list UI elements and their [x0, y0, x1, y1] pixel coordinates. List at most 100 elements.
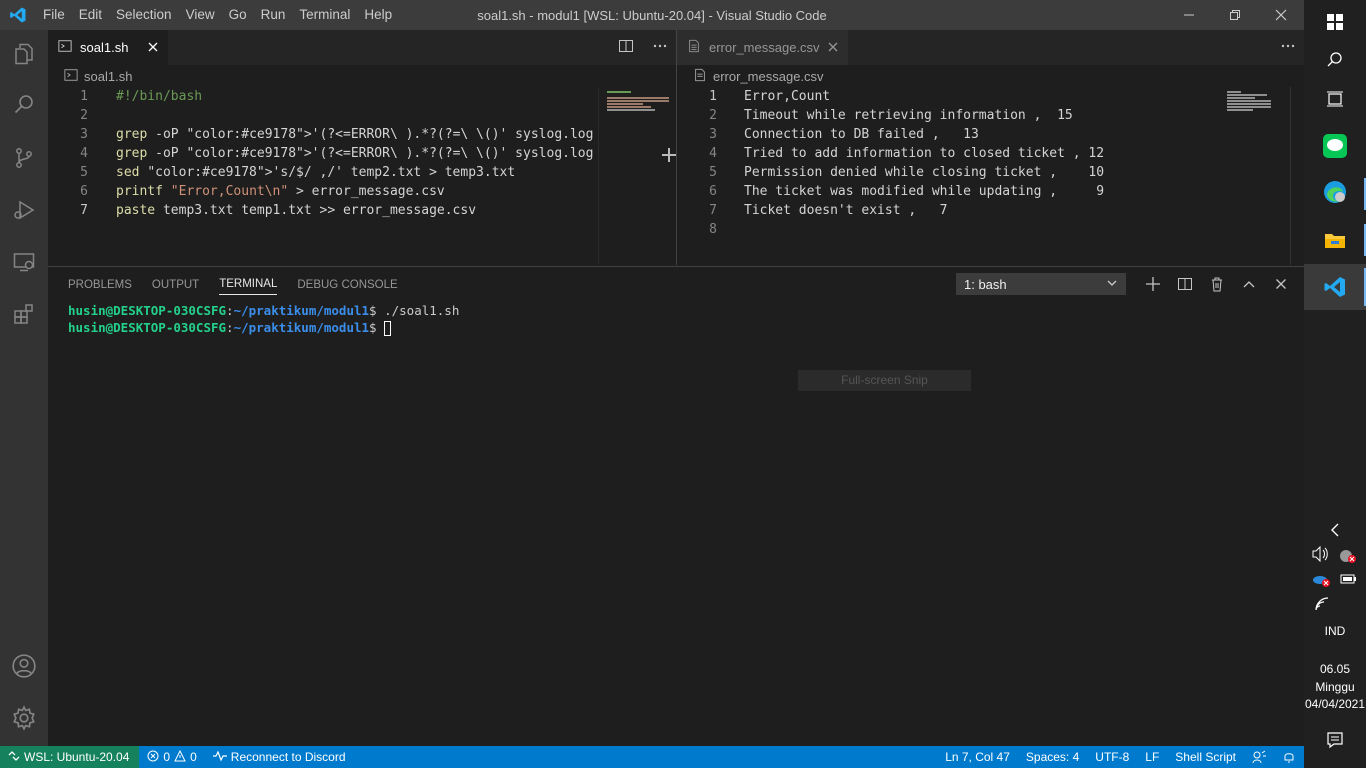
- split-editor-icon[interactable]: [618, 38, 634, 57]
- language-mode[interactable]: Shell Script: [1167, 750, 1244, 764]
- discord-status[interactable]: Reconnect to Discord: [205, 750, 354, 765]
- code-line: 6 The ticket was modified while updating …: [677, 182, 1304, 201]
- new-terminal-icon[interactable]: [1144, 275, 1162, 296]
- tab-debug-console[interactable]: DEBUG CONSOLE: [297, 279, 397, 291]
- menu-terminal[interactable]: Terminal: [292, 0, 357, 30]
- network-error-icon[interactable]: [1338, 548, 1358, 564]
- edge-browser-icon[interactable]: [1304, 170, 1366, 214]
- code-editor-left[interactable]: 1 #!/bin/bash 2 3 grep -oP "color:#ce9178">'…: [48, 87, 598, 265]
- prompt-user: husin@DESKTOP-030CSFG: [68, 303, 227, 318]
- minimap-right[interactable]: [1227, 87, 1289, 265]
- problems-indicator[interactable]: 0 0: [139, 749, 204, 765]
- scrollbar-right[interactable]: [1290, 87, 1291, 265]
- end-of-line[interactable]: LF: [1137, 750, 1167, 764]
- search-icon[interactable]: [0, 80, 48, 128]
- menu-selection[interactable]: Selection: [109, 0, 179, 30]
- line-text: grep -oP "color:#ce9178">'(?<=ERROR\ ).*…: [116, 127, 594, 142]
- terminal-select[interactable]: 1: bash: [956, 273, 1126, 295]
- tab-terminal[interactable]: TERMINAL: [219, 278, 278, 295]
- file-explorer-icon[interactable]: [1304, 218, 1366, 262]
- menu-edit[interactable]: Edit: [72, 0, 109, 30]
- warning-count: 0: [190, 750, 197, 764]
- feedback-icon[interactable]: [1244, 750, 1274, 764]
- line-number: 2: [80, 108, 88, 123]
- clock-day[interactable]: Minggu: [1304, 680, 1366, 694]
- onedrive-error-icon[interactable]: [1312, 572, 1332, 588]
- breadcrumb-left: soal1.sh: [48, 65, 676, 87]
- encoding[interactable]: UTF-8: [1087, 750, 1137, 764]
- close-panel-icon[interactable]: [1272, 275, 1290, 296]
- file-icon: [693, 68, 707, 85]
- line-text: grep -oP "color:#ce9178">'(?<=ERROR\ ).*…: [116, 146, 594, 161]
- menu-help[interactable]: Help: [357, 0, 399, 30]
- task-view-icon[interactable]: [1304, 77, 1366, 121]
- editor-group-right: error_message.csv error_message.csv 1 Err…: [677, 30, 1304, 265]
- minimap-left[interactable]: [598, 87, 673, 265]
- status-right: Ln 7, Col 47 Spaces: 4 UTF-8 LF Shell Sc…: [937, 750, 1304, 764]
- trash-icon[interactable]: [1208, 275, 1226, 296]
- sash-handle-icon[interactable]: [662, 148, 676, 162]
- code-editor-right[interactable]: 1 Error,Count 2 Timeout while retrieving in…: [677, 87, 1304, 265]
- code-line: 7 Ticket doesn't exist , 7: [677, 201, 1304, 220]
- tab-output[interactable]: OUTPUT: [152, 279, 199, 291]
- restore-button[interactable]: [1212, 0, 1258, 30]
- cursor-position[interactable]: Ln 7, Col 47: [937, 750, 1018, 764]
- terminal-output[interactable]: husin@DESKTOP-030CSFG:~/praktikum/modul1…: [68, 302, 459, 336]
- volume-icon[interactable]: [1312, 545, 1330, 563]
- close-tab-icon[interactable]: [828, 40, 838, 55]
- line-number: 1: [80, 89, 88, 104]
- menu-go[interactable]: Go: [222, 0, 254, 30]
- code-line: 4 Tried to add information to closed tick…: [677, 144, 1304, 163]
- minimize-button[interactable]: [1166, 0, 1212, 30]
- account-icon[interactable]: [0, 642, 48, 690]
- action-center-icon[interactable]: [1304, 718, 1366, 762]
- breadcrumb-file[interactable]: error_message.csv: [713, 69, 824, 84]
- close-tab-icon[interactable]: [148, 40, 158, 55]
- remote-label: WSL: Ubuntu-20.04: [24, 750, 130, 764]
- notifications-bell-icon[interactable]: [1274, 750, 1304, 764]
- windows-taskbar: IND 06.05 Minggu 04/04/2021: [1304, 0, 1366, 768]
- run-debug-icon[interactable]: [0, 186, 48, 234]
- breadcrumb-file[interactable]: soal1.sh: [84, 69, 132, 84]
- line-number: 7: [80, 203, 88, 218]
- settings-gear-icon[interactable]: [0, 694, 48, 742]
- terminal-select-value: 1: bash: [964, 276, 1007, 292]
- clock-date[interactable]: 04/04/2021: [1304, 697, 1366, 711]
- wifi-icon[interactable]: [1314, 596, 1332, 612]
- show-hidden-icons-chevron-icon[interactable]: [1304, 510, 1366, 550]
- input-language[interactable]: IND: [1304, 624, 1366, 638]
- discord-label: Reconnect to Discord: [230, 750, 346, 764]
- menu-run[interactable]: Run: [254, 0, 293, 30]
- close-window-button[interactable]: [1258, 0, 1304, 30]
- status-bar: WSL: Ubuntu-20.04 0 0 Reconnect to Disco…: [0, 746, 1304, 768]
- remote-explorer-icon[interactable]: [0, 238, 48, 286]
- line-number: 3: [80, 127, 88, 142]
- terminal-line: husin@DESKTOP-030CSFG:~/praktikum/modul1…: [68, 319, 459, 336]
- search-icon[interactable]: [1304, 38, 1366, 82]
- error-icon: [147, 750, 159, 765]
- more-actions-icon[interactable]: [652, 38, 668, 57]
- menu-view[interactable]: View: [179, 0, 222, 30]
- tab-soal1-sh[interactable]: soal1.sh: [48, 30, 169, 65]
- clock-time[interactable]: 06.05: [1304, 662, 1366, 676]
- code-line: 2: [48, 106, 598, 125]
- tab-error-message-csv[interactable]: error_message.csv: [677, 30, 848, 65]
- code-line: 4 grep -oP "color:#ce9178">'(?<=ERROR\ ).…: [48, 144, 598, 163]
- battery-icon[interactable]: [1338, 572, 1358, 588]
- menu-file[interactable]: File: [36, 0, 72, 30]
- menu-bar: File Edit Selection View Go Run Terminal…: [36, 0, 399, 30]
- remote-indicator[interactable]: WSL: Ubuntu-20.04: [0, 746, 140, 768]
- tab-problems[interactable]: PROBLEMS: [68, 279, 132, 291]
- more-actions-icon[interactable]: [1280, 38, 1296, 57]
- line-app-icon[interactable]: [1304, 124, 1366, 168]
- snip-overlay[interactable]: Full-screen Snip: [798, 370, 971, 391]
- line-number: 3: [709, 127, 717, 142]
- pulse-icon: [212, 750, 227, 765]
- split-terminal-icon[interactable]: [1176, 275, 1194, 296]
- extensions-icon[interactable]: [0, 290, 48, 338]
- maximize-panel-icon[interactable]: [1240, 275, 1258, 296]
- source-control-icon[interactable]: [0, 134, 48, 182]
- vscode-taskbar-icon[interactable]: [1304, 264, 1366, 310]
- explorer-icon[interactable]: [0, 30, 48, 78]
- indentation[interactable]: Spaces: 4: [1018, 750, 1087, 764]
